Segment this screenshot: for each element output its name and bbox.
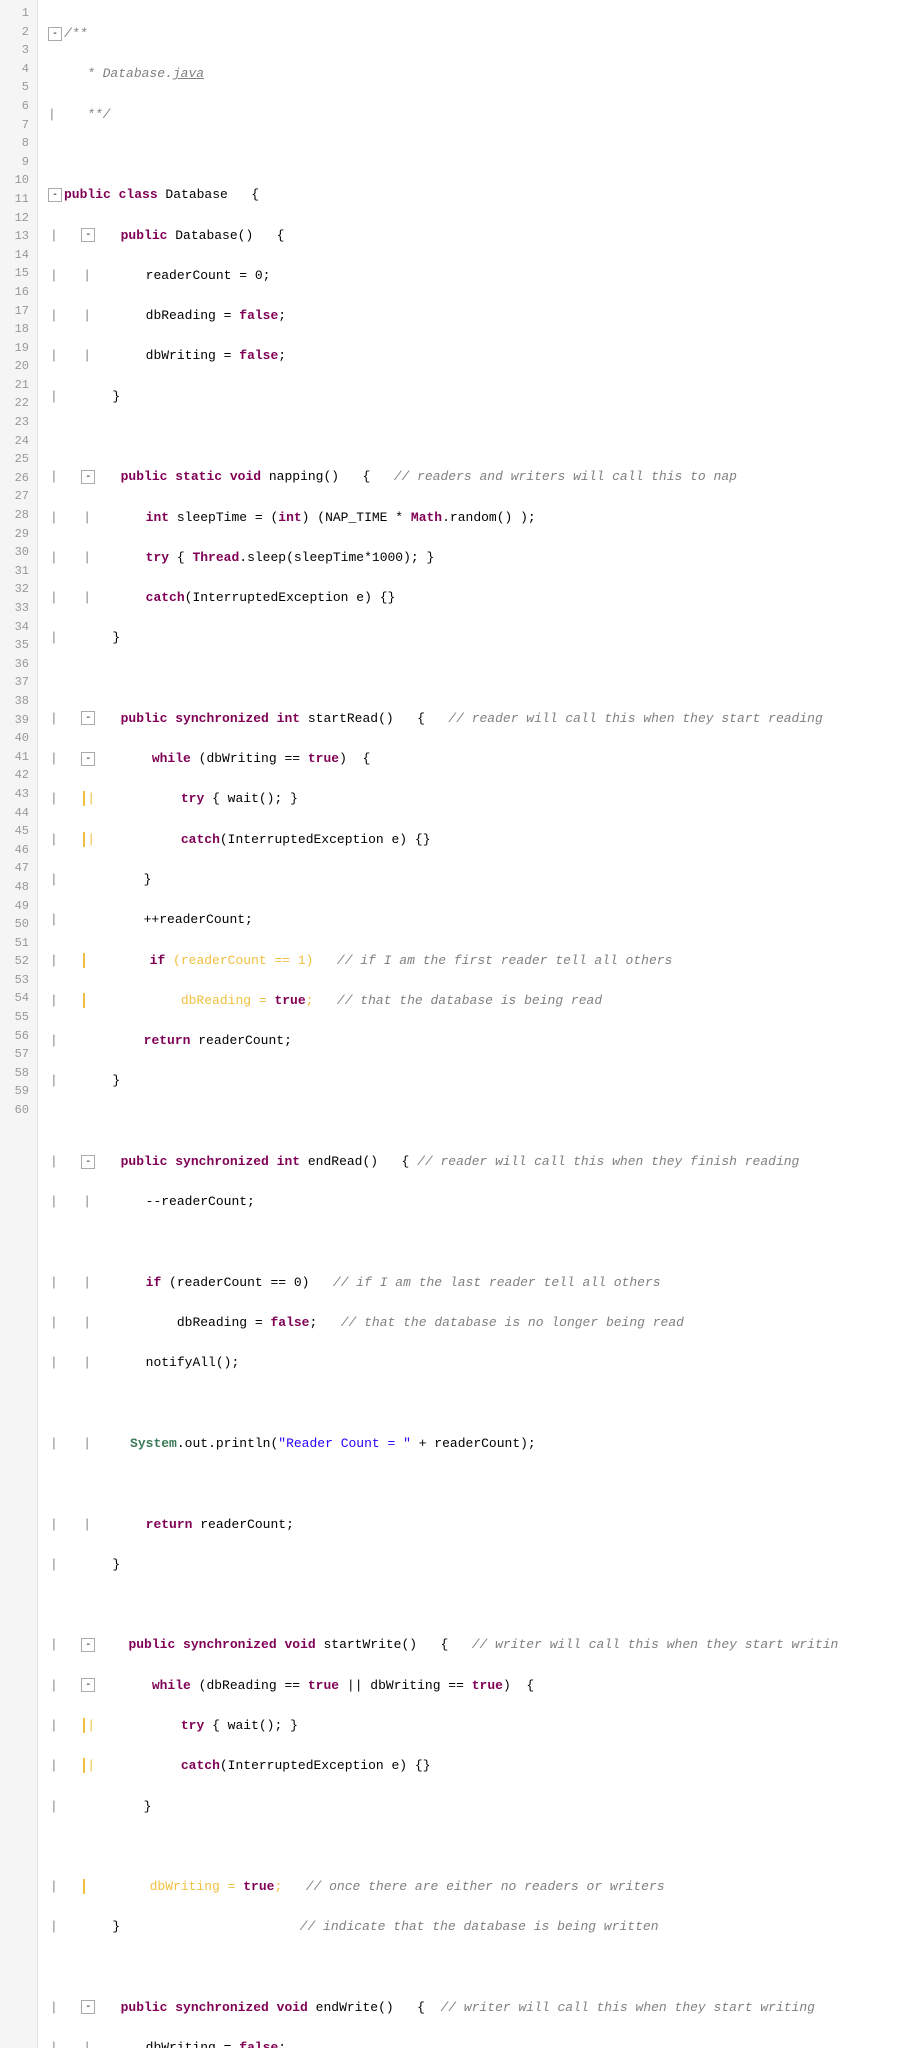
line-2: * Database.java <box>46 64 910 84</box>
line-17 <box>46 669 910 689</box>
line-39: | } <box>46 1555 910 1575</box>
line-3: | **/ <box>46 105 910 125</box>
line-24: | if (readerCount == 1) // if I am the f… <box>46 951 910 971</box>
line-21: | | catch(InterruptedException e) {} <box>46 830 910 850</box>
line-31 <box>46 1233 910 1253</box>
line-22: | } <box>46 870 910 890</box>
line-26: | return readerCount; <box>46 1031 910 1051</box>
line-1: -/** <box>46 24 910 44</box>
line-43: | | try { wait(); } <box>46 1716 910 1736</box>
fold-icon-18[interactable]: - <box>81 711 95 725</box>
fold-icon-41[interactable]: - <box>81 1638 95 1652</box>
line-5: -public class Database { <box>46 185 910 205</box>
line-14: | | try { Thread.sleep(sleepTime*1000); … <box>46 548 910 568</box>
line-19: | - while (dbWriting == true) { <box>46 749 910 769</box>
line-7: | | readerCount = 0; <box>46 266 910 286</box>
fold-icon-6[interactable]: - <box>81 228 95 242</box>
fold-icon-29[interactable]: - <box>81 1155 95 1169</box>
line-33: | | dbReading = false; // that the datab… <box>46 1313 910 1333</box>
line-46 <box>46 1837 910 1857</box>
line-4 <box>46 145 910 165</box>
line-44: | | catch(InterruptedException e) {} <box>46 1756 910 1776</box>
line-8: | | dbReading = false; <box>46 306 910 326</box>
line-41: | - public synchronized void startWrite(… <box>46 1635 910 1655</box>
line-42: | - while (dbReading == true || dbWritin… <box>46 1676 910 1696</box>
line-35 <box>46 1394 910 1414</box>
code-content: -/** * Database.java | **/ -public class… <box>38 0 910 2048</box>
line-25: | dbReading = true; // that the database… <box>46 991 910 1011</box>
line-13: | | int sleepTime = (int) (NAP_TIME * Ma… <box>46 508 910 528</box>
line-40 <box>46 1595 910 1615</box>
line-36: | | System.out.println("Reader Count = "… <box>46 1434 910 1454</box>
line-49 <box>46 1958 910 1978</box>
fold-icon-1[interactable]: - <box>48 27 62 41</box>
fold-icon-42[interactable]: - <box>81 1678 95 1692</box>
line-50: | - public synchronized void endWrite() … <box>46 1998 910 2018</box>
line-30: | | --readerCount; <box>46 1192 910 1212</box>
line-47: | dbWriting = true; // once there are ei… <box>46 1877 910 1897</box>
fold-icon-19[interactable]: - <box>81 752 95 766</box>
line-9: | | dbWriting = false; <box>46 346 910 366</box>
line-37 <box>46 1474 910 1494</box>
fold-icon-5[interactable]: - <box>48 188 62 202</box>
line-51: | | dbWriting = false; <box>46 2038 910 2048</box>
line-28 <box>46 1112 910 1132</box>
line-18: | - public synchronized int startRead() … <box>46 709 910 729</box>
line-23: | ++readerCount; <box>46 910 910 930</box>
line-11 <box>46 427 910 447</box>
line-34: | | notifyAll(); <box>46 1353 910 1373</box>
line-20: | | try { wait(); } <box>46 789 910 809</box>
line-48: | } // indicate that the database is bei… <box>46 1917 910 1937</box>
line-10: | } <box>46 387 910 407</box>
fold-icon-12[interactable]: - <box>81 470 95 484</box>
line-45: | } <box>46 1797 910 1817</box>
line-32: | | if (readerCount == 0) // if I am the… <box>46 1273 910 1293</box>
line-29: | - public synchronized int endRead() { … <box>46 1152 910 1172</box>
code-editor: 12345 678910 1112131415 1617181920 21222… <box>0 0 910 2048</box>
line-numbers: 12345 678910 1112131415 1617181920 21222… <box>0 0 38 2048</box>
line-15: | | catch(InterruptedException e) {} <box>46 588 910 608</box>
line-6: | - public Database() { <box>46 226 910 246</box>
line-12: | - public static void napping() { // re… <box>46 467 910 487</box>
fold-icon-50[interactable]: - <box>81 2000 95 2014</box>
line-16: | } <box>46 628 910 648</box>
line-27: | } <box>46 1071 910 1091</box>
line-38: | | return readerCount; <box>46 1515 910 1535</box>
